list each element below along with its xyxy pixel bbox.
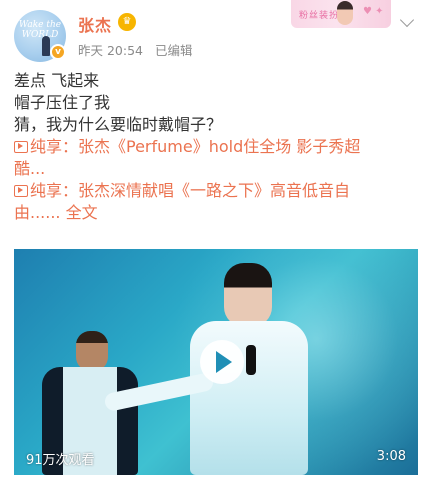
banner-portrait: [337, 1, 353, 25]
video-link-icon: [14, 185, 28, 197]
post-content: 差点 飞起来 帽子压住了我 猜，我为什么要临时戴帽子？ 纯享：张杰《Perfum…: [14, 70, 418, 224]
video-link-title-cont[interactable]: 由......: [14, 203, 61, 222]
post-text-line: 帽子压住了我: [14, 93, 111, 112]
full-text-link[interactable]: 全文: [66, 203, 98, 222]
view-count: 91万次观看: [26, 453, 95, 468]
video-link-yilu[interactable]: 纯享：张杰深情献唱《一路之下》高音低音自 由...... 全文: [14, 180, 418, 224]
avatar-figure: [42, 36, 50, 56]
video-link-perfume[interactable]: 纯享：张杰《Perfume》hold住全场 影子秀超 酷...: [14, 136, 418, 180]
author-name[interactable]: 张杰: [78, 12, 112, 36]
singer-head: [224, 263, 272, 327]
edited-label[interactable]: 已编辑: [155, 43, 193, 58]
post-text-line: 差点 飞起来: [14, 71, 100, 90]
video-link-icon: [14, 141, 28, 153]
fan-banner[interactable]: 粉丝装扮 ♥ ✦: [291, 0, 391, 28]
chevron-down-icon[interactable]: [400, 14, 416, 30]
banner-decoration: ♥ ✦: [363, 6, 384, 17]
microphone: [246, 345, 256, 375]
video-duration: 3:08: [376, 449, 406, 464]
video-link-title[interactable]: 纯享：张杰《Perfume》hold住全场 影子秀超: [30, 137, 360, 156]
video-player[interactable]: 91万次观看 3:08: [14, 249, 418, 475]
video-link-title-cont[interactable]: 酷...: [14, 159, 45, 178]
post-meta: 昨天 20:54 已编辑: [78, 40, 201, 59]
post-header: Wake the WORLD v 张杰 ♛ 昨天 20:54 已编辑 粉丝装扮 …: [0, 0, 431, 66]
dancer-head: [76, 331, 108, 371]
avatar-logo-text: Wake the WORLD: [18, 20, 62, 40]
post-text-line: 猜，我为什么要临时戴帽子？: [14, 115, 223, 134]
banner-text: 粉丝装扮: [299, 11, 340, 21]
play-icon[interactable]: [200, 340, 244, 384]
video-link-title[interactable]: 纯享：张杰深情献唱《一路之下》高音低音自: [30, 181, 350, 200]
post-time: 昨天 20:54: [78, 43, 143, 58]
crown-icon[interactable]: ♛: [118, 13, 136, 31]
verified-badge-icon: v: [50, 44, 66, 60]
